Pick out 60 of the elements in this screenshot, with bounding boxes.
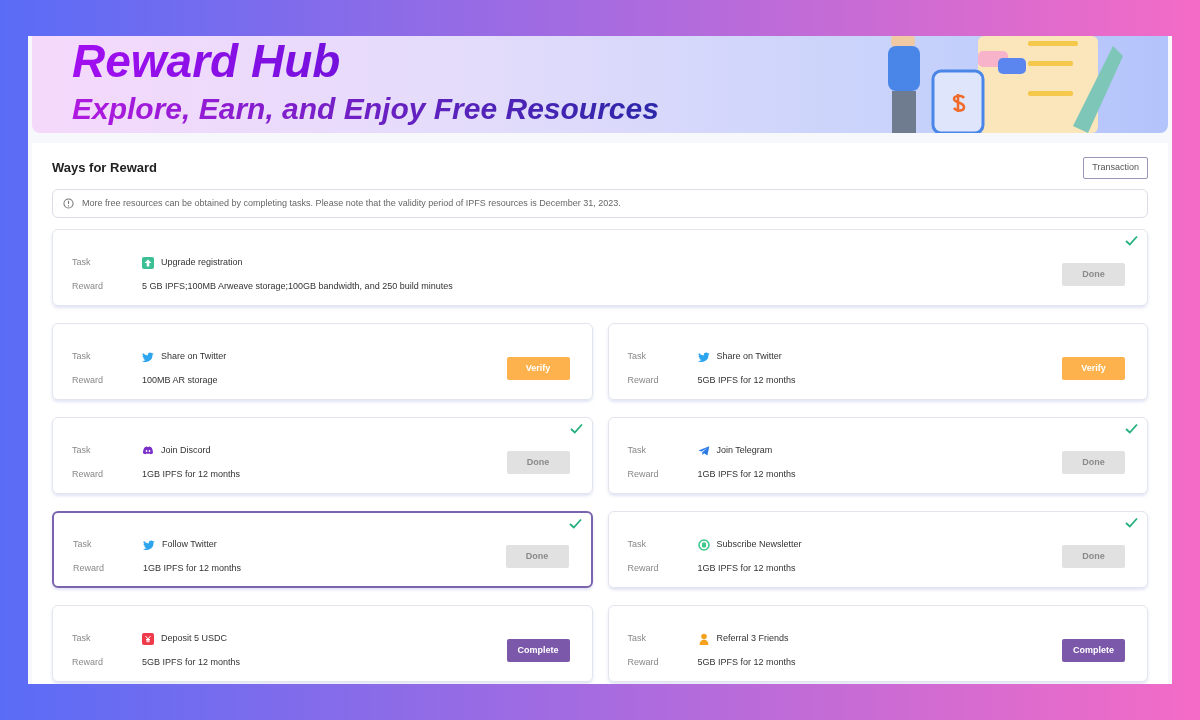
- task-card[interactable]: Task Deposit 5 USDC Reward 5GB IPFS for 12 months Complete: [52, 605, 593, 682]
- complete-button[interactable]: Complete: [506, 639, 570, 662]
- twitter-icon: [697, 350, 710, 363]
- field-label: Task: [72, 443, 92, 457]
- newsletter-icon: [697, 538, 710, 551]
- field-label: Task: [627, 631, 647, 645]
- reward-text: 1GB IPFS for 12 months: [143, 561, 242, 575]
- field-label: Reward: [72, 467, 104, 481]
- field-label: Reward: [72, 655, 104, 669]
- reward-text: 5GB IPFS for 12 months: [142, 655, 241, 669]
- field-label: Task: [627, 349, 647, 363]
- task-card[interactable]: Task Subscribe Newsletter Reward 1GB IPFS for 12 months Done: [607, 511, 1148, 588]
- task-card[interactable]: Task Join Discord Reward 1GB IPFS for 12 months Done: [52, 417, 593, 494]
- task-card[interactable]: Task Follow Twitter Reward 1GB IPFS for 12 months Done: [52, 511, 593, 588]
- reward-text: 1GB IPFS for 12 months: [142, 467, 241, 481]
- task-card[interactable]: Task Share on Twitter Reward 5GB IPFS for 12 months Verify: [607, 323, 1148, 400]
- field-label: Reward: [627, 655, 660, 669]
- complete-button[interactable]: Complete: [1062, 639, 1125, 662]
- reward-text: 5GB IPFS for 12 months: [697, 373, 796, 387]
- reward-text: 100MB AR storage: [142, 373, 218, 387]
- discord-icon: [142, 444, 154, 457]
- reward-text: 5GB IPFS for 12 months: [697, 655, 796, 669]
- referral-icon: [697, 632, 710, 645]
- field-label: Reward: [72, 373, 104, 387]
- task-name: Follow Twitter: [162, 537, 217, 551]
- field-label: Reward: [627, 561, 660, 575]
- field-label: Reward: [627, 467, 660, 481]
- transaction-button[interactable]: Transaction: [1083, 157, 1148, 179]
- reward-text: 1GB IPFS for 12 months: [697, 561, 796, 575]
- info-icon: [63, 197, 74, 209]
- task-name: Share on Twitter: [716, 349, 782, 363]
- field-label: Task: [627, 443, 647, 457]
- task-name: Subscribe Newsletter: [716, 537, 802, 551]
- reward-text: 5 GB IPFS;100MB Arweave storage;100GB bandwidth, and 250 build minutes: [142, 279, 453, 293]
- task-name: Join Discord: [161, 443, 211, 457]
- field-label: Task: [627, 537, 647, 551]
- reward-text: 1GB IPFS for 12 months: [697, 467, 796, 481]
- task-card[interactable]: Task Upgrade registration Reward 5 GB IPFS;100MB Arweave storage;100GB bandwidth, and 250 build minutes Done: [52, 229, 1148, 306]
- task-card[interactable]: Task Referral 3 Friends Reward 5GB IPFS for 12 months Complete: [607, 605, 1148, 682]
- task-name: Upgrade registration: [161, 255, 243, 269]
- deposit-icon: [142, 632, 154, 645]
- task-name: Deposit 5 USDC: [161, 631, 228, 645]
- field-label: Reward: [73, 561, 105, 575]
- twitter-icon: [143, 538, 155, 551]
- field-label: Task: [73, 537, 93, 551]
- task-name: Join Telegram: [716, 443, 773, 457]
- task-card[interactable]: Task Share on Twitter Reward 100MB AR storage Verify: [52, 323, 593, 400]
- section-title: Ways for Reward: [52, 159, 157, 177]
- field-label: Task: [72, 349, 92, 363]
- notice-text: More free resources can be obtained by completing tasks. Please note that the validity period of IPFS resources is December 31, 2023.: [82, 196, 621, 210]
- field-label: Task: [72, 631, 92, 645]
- task-name: Share on Twitter: [161, 349, 227, 363]
- field-label: Reward: [72, 279, 104, 293]
- telegram-icon: [697, 444, 710, 457]
- task-name: Referral 3 Friends: [716, 631, 789, 645]
- task-card[interactable]: Task Join Telegram Reward 1GB IPFS for 12 months Done: [607, 417, 1148, 494]
- upgrade-icon: [142, 256, 154, 269]
- field-label: Reward: [627, 373, 660, 387]
- twitter-icon: [142, 350, 154, 363]
- field-label: Task: [72, 255, 92, 269]
